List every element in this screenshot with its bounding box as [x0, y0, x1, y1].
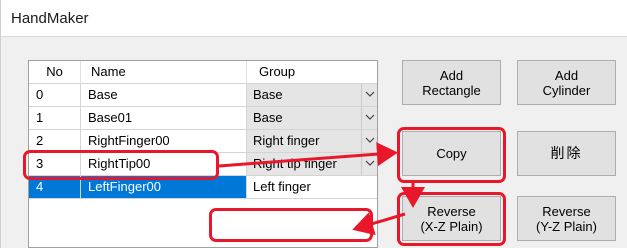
- chevron-down-icon: [365, 91, 375, 97]
- group-dropdown-value: Left finger: [253, 179, 311, 194]
- row-name[interactable]: LeftFinger00: [81, 176, 247, 199]
- table-row[interactable]: 3 RightTip00 Right tip finger: [29, 153, 377, 176]
- row-group-cell: Left finger: [247, 176, 377, 199]
- column-header-name[interactable]: Name: [81, 61, 247, 84]
- dropdown-button[interactable]: [361, 153, 377, 175]
- row-name[interactable]: Base: [81, 84, 247, 107]
- grid-header-row: No Name Group: [29, 61, 377, 84]
- row-no[interactable]: 3: [29, 153, 81, 176]
- row-no[interactable]: 1: [29, 107, 81, 130]
- chevron-down-icon: [365, 114, 375, 120]
- row-group-cell: Right finger: [247, 130, 377, 153]
- group-dropdown[interactable]: Right finger: [247, 130, 377, 152]
- chevron-down-icon: [365, 160, 375, 166]
- row-no[interactable]: 2: [29, 130, 81, 153]
- add-rectangle-button[interactable]: Add Rectangle: [402, 60, 501, 105]
- table-row[interactable]: 1 Base01 Base: [29, 107, 377, 130]
- row-group-cell: Right tip finger: [247, 153, 377, 176]
- delete-button[interactable]: 削除: [517, 131, 616, 176]
- copy-button[interactable]: Copy: [402, 131, 501, 176]
- row-group-cell: Base: [247, 84, 377, 107]
- row-name[interactable]: RightFinger00: [81, 130, 247, 153]
- column-header-no[interactable]: No: [29, 61, 81, 84]
- group-dropdown[interactable]: Base: [247, 107, 377, 129]
- add-cylinder-button[interactable]: Add Cylinder: [517, 60, 616, 105]
- table-row-selected[interactable]: 4 LeftFinger00 Left finger: [29, 176, 377, 199]
- column-header-group[interactable]: Group: [247, 61, 377, 84]
- row-no[interactable]: 0: [29, 84, 81, 107]
- group-dropdown[interactable]: Left finger: [247, 176, 377, 198]
- handmaker-window: HandMaker No Name Group 0 Base Base 1 Ba…: [0, 0, 627, 248]
- parts-grid[interactable]: No Name Group 0 Base Base 1 Base01 Base: [28, 60, 378, 248]
- group-dropdown-value: Base: [253, 110, 283, 125]
- table-row[interactable]: 0 Base Base: [29, 84, 377, 107]
- title-bar: HandMaker: [1, 0, 627, 37]
- dropdown-button[interactable]: [361, 107, 377, 129]
- chevron-down-icon: [365, 137, 375, 143]
- group-dropdown-value: Right finger: [253, 133, 320, 148]
- row-group-cell: Base: [247, 107, 377, 130]
- dropdown-button[interactable]: [361, 84, 377, 106]
- table-row[interactable]: 2 RightFinger00 Right finger: [29, 130, 377, 153]
- dropdown-button[interactable]: [361, 130, 377, 152]
- row-name[interactable]: Base01: [81, 107, 247, 130]
- row-name[interactable]: RightTip00: [81, 153, 247, 176]
- group-dropdown-value: Right tip finger: [253, 156, 337, 171]
- group-dropdown[interactable]: Base: [247, 84, 377, 106]
- group-dropdown[interactable]: Right tip finger: [247, 153, 377, 175]
- reverse-yz-button[interactable]: Reverse (Y-Z Plain): [517, 196, 616, 241]
- window-title: HandMaker: [11, 10, 89, 27]
- group-dropdown-value: Base: [253, 87, 283, 102]
- row-no[interactable]: 4: [29, 176, 81, 199]
- reverse-xz-button[interactable]: Reverse (X-Z Plain): [402, 196, 501, 241]
